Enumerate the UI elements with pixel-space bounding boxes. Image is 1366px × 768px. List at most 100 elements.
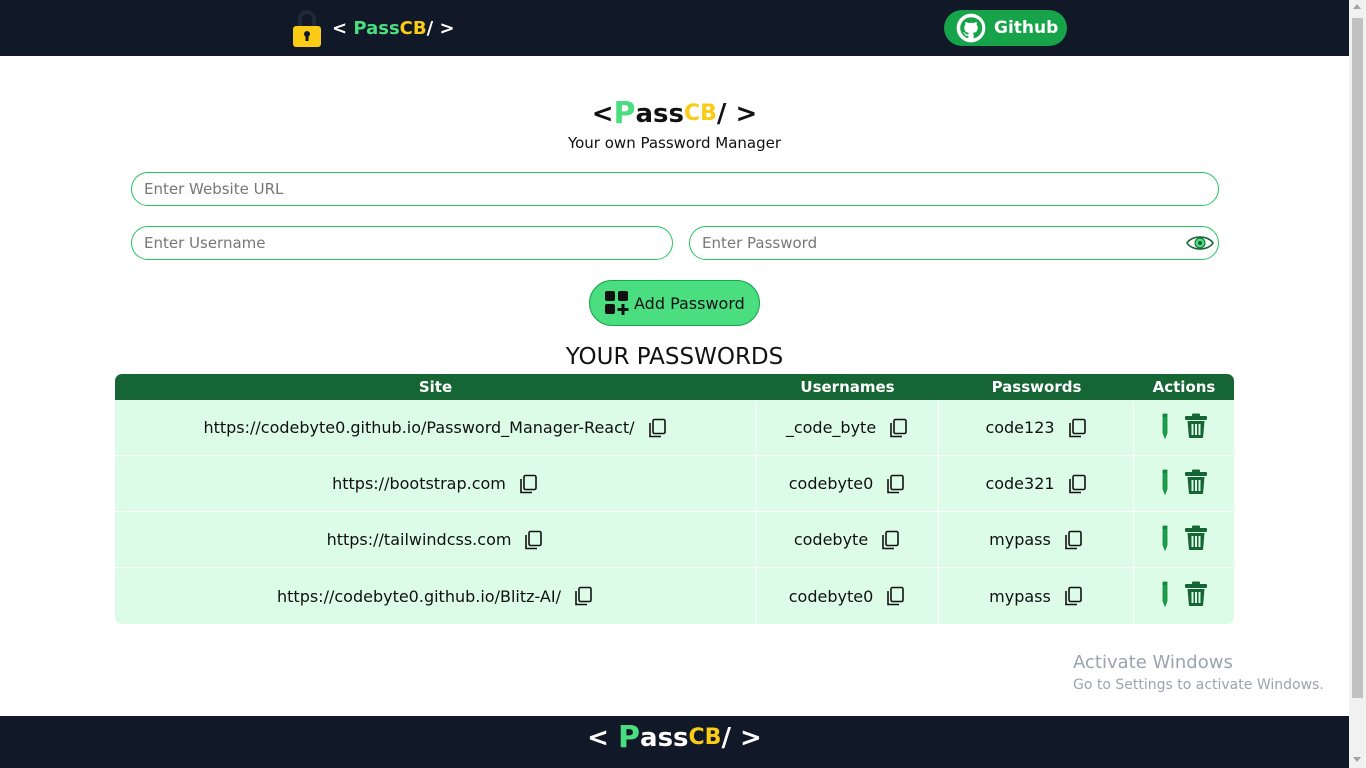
password-cell: mypass bbox=[939, 512, 1134, 567]
scroll-up-arrow-icon[interactable] bbox=[1353, 4, 1361, 9]
edit-icon[interactable] bbox=[1160, 468, 1170, 500]
copy-icon[interactable] bbox=[523, 530, 543, 550]
brand-close-bracket: > bbox=[740, 722, 762, 753]
scrollbar-thumb[interactable] bbox=[1352, 18, 1363, 698]
trash-icon[interactable] bbox=[1184, 581, 1208, 611]
brand-slash: / bbox=[721, 722, 731, 753]
username-cell: _code_byte bbox=[756, 400, 939, 455]
username-text: codebyte bbox=[793, 530, 869, 549]
username-cell: codebyte0 bbox=[756, 456, 939, 511]
column-header-actions: Actions bbox=[1152, 378, 1216, 396]
github-icon bbox=[956, 13, 986, 43]
copy-icon[interactable] bbox=[1067, 474, 1087, 494]
copy-icon[interactable] bbox=[880, 530, 900, 550]
passwords-table: Site Usernames Passwords Actions https:/… bbox=[115, 374, 1234, 624]
password-cell: mypass bbox=[939, 568, 1134, 624]
brand-cb: CB bbox=[688, 725, 722, 750]
footer-brand: < Pass CB / > bbox=[0, 720, 1349, 755]
password-text: code321 bbox=[985, 474, 1055, 493]
trash-icon[interactable] bbox=[1184, 525, 1208, 555]
site-cell: https://tailwindcss.com bbox=[115, 512, 756, 567]
copy-icon[interactable] bbox=[573, 586, 593, 606]
website-url-input[interactable] bbox=[131, 172, 1219, 206]
actions-cell bbox=[1134, 400, 1234, 455]
site-text: https://codebyte0.github.io/Password_Man… bbox=[203, 418, 635, 437]
add-password-button[interactable]: Add Password bbox=[589, 280, 760, 326]
table-header: Site Usernames Passwords Actions bbox=[115, 374, 1234, 400]
add-password-label: Add Password bbox=[634, 293, 745, 313]
table-row: https://bootstrap.com codebyte0 code321 bbox=[115, 456, 1234, 512]
username-text: codebyte0 bbox=[788, 586, 874, 606]
username-text: codebyte0 bbox=[788, 474, 874, 493]
copy-icon[interactable] bbox=[1063, 530, 1083, 550]
username-text: _code_byte bbox=[785, 418, 877, 437]
brand-p: P bbox=[618, 720, 641, 755]
eye-icon[interactable] bbox=[1186, 234, 1214, 252]
copy-icon[interactable] bbox=[518, 474, 538, 494]
add-grid-icon bbox=[605, 291, 629, 315]
password-input[interactable] bbox=[689, 226, 1219, 260]
brand-pass: Pass bbox=[353, 17, 400, 39]
copy-icon[interactable] bbox=[885, 474, 905, 494]
actions-cell bbox=[1134, 456, 1234, 511]
copy-icon[interactable] bbox=[1067, 418, 1087, 438]
table-body: https://codebyte0.github.io/Password_Man… bbox=[115, 400, 1234, 624]
copy-icon[interactable] bbox=[885, 586, 905, 606]
trash-icon[interactable] bbox=[1184, 469, 1208, 499]
nav-brand: < Pass CB / > bbox=[332, 18, 455, 39]
username-input[interactable] bbox=[131, 226, 673, 260]
site-cell: https://codebyte0.github.io/Password_Man… bbox=[115, 400, 756, 455]
edit-icon[interactable] bbox=[1160, 524, 1170, 556]
navbar: < Pass CB / > Github bbox=[0, 0, 1349, 56]
brand-ass: ass bbox=[635, 98, 685, 129]
copy-icon[interactable] bbox=[888, 418, 908, 438]
username-cell: codebyte0 bbox=[756, 568, 939, 624]
brand-close-bracket: > bbox=[439, 17, 455, 39]
brand-slash: / bbox=[716, 98, 727, 129]
column-header-usernames: Usernames bbox=[800, 378, 895, 396]
copy-icon[interactable] bbox=[1063, 586, 1083, 606]
brand-cb: CB bbox=[684, 101, 717, 126]
site-text: https://tailwindcss.com bbox=[326, 530, 512, 549]
password-cell: code321 bbox=[939, 456, 1134, 511]
brand-slash: / bbox=[426, 17, 434, 39]
username-cell: codebyte bbox=[756, 512, 939, 567]
column-header-passwords: Passwords bbox=[991, 378, 1082, 396]
edit-icon[interactable] bbox=[1160, 580, 1170, 612]
page-subtitle: Your own Password Manager bbox=[567, 134, 782, 152]
brand-p: P bbox=[613, 96, 636, 131]
page-title-brand: < Pass CB / > bbox=[0, 96, 1349, 131]
activate-windows-watermark: Activate Windows Go to Settings to activ… bbox=[1073, 652, 1324, 693]
table-row: https://tailwindcss.com codebyte mypass bbox=[115, 512, 1234, 568]
table-row: https://codebyte0.github.io/Password_Man… bbox=[115, 400, 1234, 456]
actions-cell bbox=[1134, 512, 1234, 567]
brand-open-bracket: < bbox=[591, 98, 614, 129]
passwords-title: YOUR PASSWORDS bbox=[565, 344, 784, 370]
password-text: mypass bbox=[989, 586, 1051, 606]
password-text: code123 bbox=[985, 418, 1055, 437]
table-row: https://codebyte0.github.io/Blitz-AI/cod… bbox=[115, 568, 1234, 624]
site-cell: https://codebyte0.github.io/Blitz-AI/ bbox=[115, 568, 756, 624]
site-text: https://bootstrap.com bbox=[332, 474, 506, 493]
column-header-site: Site bbox=[418, 378, 453, 396]
password-text: mypass bbox=[989, 530, 1051, 549]
nav-logo[interactable]: < Pass CB / > bbox=[292, 8, 455, 48]
github-label: Github bbox=[994, 18, 1059, 38]
lock-icon bbox=[292, 8, 322, 48]
brand-cb: CB bbox=[399, 17, 427, 39]
watermark-subtitle: Go to Settings to activate Windows. bbox=[1073, 677, 1324, 693]
watermark-title: Activate Windows bbox=[1073, 652, 1233, 673]
trash-icon[interactable] bbox=[1184, 413, 1208, 443]
scroll-down-arrow-icon[interactable] bbox=[1353, 757, 1361, 762]
actions-cell bbox=[1134, 568, 1234, 624]
site-text: https://codebyte0.github.io/Blitz-AI/ bbox=[277, 586, 561, 606]
brand-open-bracket: < bbox=[332, 17, 348, 39]
brand-ass: ass bbox=[640, 722, 689, 753]
brand-open-bracket: < bbox=[587, 722, 609, 753]
copy-icon[interactable] bbox=[647, 418, 667, 438]
brand-close-bracket: > bbox=[735, 98, 758, 129]
github-button[interactable]: Github bbox=[944, 10, 1067, 46]
site-cell: https://bootstrap.com bbox=[115, 456, 756, 511]
password-cell: code123 bbox=[939, 400, 1134, 455]
edit-icon[interactable] bbox=[1160, 412, 1170, 444]
